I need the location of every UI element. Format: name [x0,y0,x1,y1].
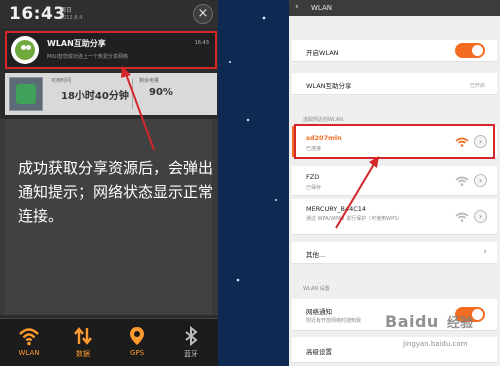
quick-toggle-dock: WLAN 数据 GPS 蓝牙 [0,318,218,366]
mutual-share-row[interactable]: WLAN互助分享 已开启 [292,73,497,95]
network-row[interactable]: FZD 已保存 › [292,166,497,196]
enable-wlan-toggle[interactable] [455,43,485,58]
toggle-data-label: 数据 [76,350,90,358]
star [236,278,240,282]
wifi-lock-icon [455,212,469,222]
star [262,16,266,20]
toggle-knob [472,45,483,56]
usage-time-value: 18小时40分钟 [61,91,129,102]
other-network-row[interactable]: 其他... › [292,242,497,264]
page-title: WLAN [311,4,333,12]
network-status: 通过 WPA/WPA2 进行保护（可使用WPS） [306,216,403,222]
network-notify-label: 网络通知 [306,308,332,316]
battery-stats-card[interactable]: 可用时间 18小时40分钟 剩余电量 90% [5,73,217,115]
battery-label: 剩余电量 [139,78,160,84]
gps-icon [130,327,144,345]
android-icon [11,36,39,64]
mutual-share-label: WLAN互助分享 [306,82,352,90]
network-ssid: FZD [306,173,320,181]
other-network-label: 其他... [306,251,326,259]
toggle-wlan[interactable]: WLAN [2,323,56,366]
bluetooth-icon [185,325,198,347]
watermark-cn: 经验 [447,316,474,331]
networks-section-header: 选取附近的WLAN [303,117,344,123]
usage-time-cell: 可用时间 18小时40分钟 [47,77,129,111]
watermark-url: jingyan.baidu.com [403,340,468,348]
network-notify-desc: 附近有开放网络时通知我 [306,318,362,324]
date: 2012.8.4 [60,15,83,21]
star-background [229,16,277,282]
star [229,61,231,63]
toggle-bluetooth-label: 蓝牙 [184,350,198,358]
shade-header: 16:43 周日 2012.8.4 × [0,0,218,28]
enable-wlan-row[interactable]: 开启WLAN [292,40,497,62]
battery-app-icon-inner [16,84,36,104]
chevron-right-icon: › [483,247,487,257]
toggle-gps[interactable]: GPS [110,323,164,366]
battery-value: 90% [149,87,173,98]
notification-title: WLAN互助分享 [47,39,106,48]
usage-time-label: 可用时间 [51,78,72,84]
toggle-wlan-label: WLAN [18,349,40,357]
star [275,199,277,201]
notification-time: 16:43 [194,40,209,46]
network-row[interactable]: MERCURY_B44C14 通过 WPA/WPA2 进行保护（可使用WPS） … [292,199,497,235]
network-details-chevron-icon[interactable]: › [474,174,487,187]
network-status: 已保存 [306,185,322,191]
toggle-bluetooth[interactable]: 蓝牙 [164,323,218,366]
connected-network-highlight [294,124,495,159]
battery-cell: 剩余电量 90% [135,77,217,111]
toggle-gps-label: GPS [129,349,145,357]
clock: 16:43 [9,4,66,24]
notification-body: MIUI替您成功连上一个热爱分享网络 [47,54,128,60]
settings-section-header: WLAN 设置 [303,286,330,292]
data-arrows-icon [74,327,92,345]
wifi-icon [19,328,39,346]
screenshot-canvas: 16:43 周日 2012.8.4 × WLAN互助分享 16:43 MIUI替… [0,0,500,366]
toggle-data[interactable]: 数据 [56,323,110,366]
weekday: 周日 [60,7,73,14]
wlan-share-notification[interactable]: WLAN互助分享 16:43 MIUI替您成功连上一个热爱分享网络 [5,31,217,69]
advanced-settings-label: 高级设置 [306,348,332,356]
close-shade-button[interactable]: × [193,4,213,24]
title-bar: ‹ WLAN [289,0,500,16]
network-ssid: MERCURY_B44C14 [306,205,367,213]
back-icon[interactable]: ‹ [295,2,299,12]
baidu-jingyan-watermark: Baidu 经验 jingyan.baidu.com [385,312,497,362]
annotation-caption: 成功获取分享资源后，会弹出通知提示；网络状态显示正常连接。 [18,159,214,225]
android-icon-eye [26,45,31,50]
mutual-share-status: 已开启 [469,83,485,89]
watermark-brand: Baidu [385,312,439,331]
star [246,118,250,122]
battery-app-icon [9,77,43,111]
stats-divider [132,79,133,109]
enable-wlan-label: 开启WLAN [306,49,339,57]
network-details-chevron-icon[interactable]: › [474,210,487,223]
wifi-signal-icon [455,176,469,186]
android-icon-body [15,40,35,60]
